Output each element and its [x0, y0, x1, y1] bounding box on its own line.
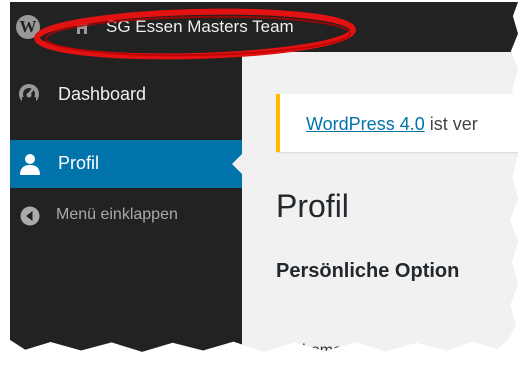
- collapse-arrow-icon: [20, 206, 40, 226]
- wordpress-logo-icon[interactable]: W: [16, 15, 40, 39]
- sidebar-item-label: Menü einklappen: [56, 206, 178, 223]
- site-name-link[interactable]: SG Essen Masters Team: [106, 17, 294, 37]
- page-title: Profil: [276, 188, 349, 224]
- section-heading: Persönliche Option: [276, 260, 460, 282]
- current-page-arrow: [232, 154, 242, 174]
- sidebar-item-label: Profil: [58, 153, 100, 173]
- user-icon: [20, 154, 40, 175]
- main-content: WordPress 4.0 ist ver Profil Persönliche…: [242, 52, 518, 352]
- update-notice: WordPress 4.0 ist ver: [276, 94, 518, 152]
- admin-sidebar: Dashboard Profil Menü einklappen: [10, 52, 242, 352]
- wordpress-update-link[interactable]: WordPress 4.0: [306, 114, 425, 134]
- admin-bar: W SG Essen Masters Team: [10, 2, 518, 52]
- update-notice-text: ist ver: [424, 114, 478, 134]
- home-icon: [75, 19, 89, 34]
- partial-label: hema: [302, 342, 343, 359]
- collapse-menu-button[interactable]: Menü einklappen: [10, 200, 242, 230]
- sidebar-item-profil[interactable]: Profil: [10, 140, 242, 188]
- dashboard-gauge-icon: [19, 84, 39, 105]
- screenshot-frame: W SG Essen Masters Team Dashboard Profil…: [0, 0, 528, 368]
- wordpress-admin-screen: W SG Essen Masters Team Dashboard Profil…: [10, 2, 518, 352]
- sidebar-item-label: Dashboard: [58, 84, 147, 104]
- sidebar-item-dashboard[interactable]: Dashboard: [10, 74, 242, 114]
